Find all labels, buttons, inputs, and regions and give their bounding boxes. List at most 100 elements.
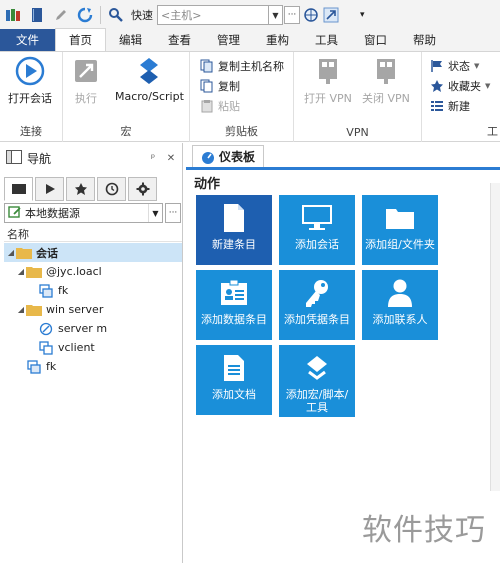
tile-add-macro[interactable]: 添加宏/脚本/工具 xyxy=(279,345,355,417)
tile-label: 添加文档 xyxy=(212,388,256,401)
pin-icon[interactable]: ᵖ xyxy=(146,153,160,164)
copy-host-name-label: 复制主机名称 xyxy=(218,60,284,73)
watermark: 软件技巧 xyxy=(348,491,500,563)
group-label-clipboard: 剪贴板 xyxy=(225,125,258,138)
key-icon xyxy=(301,278,333,308)
star-icon xyxy=(74,183,87,195)
macro-script-button[interactable]: Macro/Script xyxy=(115,56,184,103)
tab-help[interactable]: 帮助 xyxy=(400,29,449,51)
tree-node-jyc[interactable]: ◢ @jyc.loacl xyxy=(4,262,182,281)
tree-node-label: 会话 xyxy=(36,246,58,260)
tile-label: 新建条目 xyxy=(212,238,256,251)
tile-add-contact[interactable]: 添加联系人 xyxy=(362,270,438,340)
tile-add-data-entry[interactable]: 添加数据条目 xyxy=(196,270,272,340)
copy-button[interactable]: 复制 xyxy=(200,77,240,95)
send-icon[interactable] xyxy=(322,6,340,24)
books-icon[interactable] xyxy=(4,6,22,24)
dashboard-tab[interactable]: 仪表板 xyxy=(192,145,265,167)
vpn-open-icon xyxy=(313,56,343,86)
tab-window[interactable]: 窗口 xyxy=(351,29,400,51)
copy-icon xyxy=(200,79,214,93)
nav-tab-tree[interactable] xyxy=(4,177,33,201)
ribbon-group-macro: 执行 Macro/Script 宏 xyxy=(63,52,190,142)
group-label-tools: 工 xyxy=(487,125,498,138)
ribbon-group-connect: 打开会话 连接 xyxy=(0,52,63,142)
tile-new-entry[interactable]: 新建条目 xyxy=(196,195,272,265)
globe-icon[interactable] xyxy=(302,6,320,24)
folder-icon xyxy=(26,265,42,279)
tree-node-label: win server xyxy=(46,303,104,316)
tile-label: 添加联系人 xyxy=(372,313,428,326)
nav-tab-favorites[interactable] xyxy=(66,177,95,201)
macro-icon xyxy=(134,56,164,86)
tile-add-folder[interactable]: 添加组/文件夹 xyxy=(362,195,438,265)
tree-node-label: @jyc.loacl xyxy=(46,265,102,278)
execute-icon xyxy=(71,56,101,86)
monitor-icon xyxy=(301,203,333,233)
host-combo-value: <主机> xyxy=(161,9,202,22)
tab-view[interactable]: 查看 xyxy=(155,29,204,51)
toolbar-overflow[interactable]: ▾ xyxy=(360,10,365,20)
tree-node-fk[interactable]: fk xyxy=(4,281,182,300)
tree-node-server-m[interactable]: server m xyxy=(4,319,182,338)
favorites-label: 收藏夹 xyxy=(448,80,481,93)
new-list-icon xyxy=(430,99,444,113)
chevron-down-icon[interactable]: ▼ xyxy=(268,6,282,24)
nav-tab-history[interactable] xyxy=(97,177,126,201)
new-label: 新建 xyxy=(448,100,470,113)
tree-node-vclient[interactable]: vclient xyxy=(4,338,182,357)
pencil-icon[interactable] xyxy=(52,6,70,24)
refresh-icon[interactable] xyxy=(76,6,94,24)
tree-node-label: fk xyxy=(46,360,57,373)
book-icon[interactable] xyxy=(28,6,46,24)
datasource-more-button[interactable]: ··· xyxy=(165,203,181,223)
tree-node-fk-2[interactable]: fk xyxy=(4,357,182,376)
paste-button[interactable]: 粘贴 xyxy=(200,97,240,115)
person-icon xyxy=(384,278,416,308)
chevron-down-icon[interactable]: ▼ xyxy=(148,204,162,222)
navigation-panel: 导航 ᵖ ✕ 本地数据源 ▼ ··· 名称 ◢ 会话 ◢ @jyc.loacl … xyxy=(0,143,183,563)
new-button[interactable]: 新建 xyxy=(430,97,470,115)
expand-arrow-icon[interactable]: ◢ xyxy=(16,305,26,314)
tile-add-document[interactable]: 添加文档 xyxy=(196,345,272,415)
tab-edit[interactable]: 编辑 xyxy=(106,29,155,51)
nav-tab-play[interactable] xyxy=(35,177,64,201)
search-icon[interactable] xyxy=(107,6,125,24)
open-vpn-button[interactable]: 打开 VPN xyxy=(304,56,352,106)
expand-arrow-icon[interactable]: ◢ xyxy=(6,248,16,257)
tile-label: 添加宏/脚本/工具 xyxy=(285,388,349,414)
status-label: 状态 xyxy=(448,60,470,73)
expand-arrow-icon[interactable]: ◢ xyxy=(16,267,26,276)
nav-tab-settings[interactable] xyxy=(128,177,157,201)
gear-icon xyxy=(136,182,149,196)
tile-add-session[interactable]: 添加会话 xyxy=(279,195,355,265)
navigation-title: 导航 xyxy=(27,151,52,166)
tab-home[interactable]: 首页 xyxy=(55,28,106,51)
navigation-tree: ◢ 会话 ◢ @jyc.loacl fk ◢ win server server… xyxy=(4,243,182,376)
tree-node-win-server[interactable]: ◢ win server xyxy=(4,300,182,319)
close-vpn-button[interactable]: 关闭 VPN xyxy=(362,56,410,106)
tab-tools[interactable]: 工具 xyxy=(302,29,351,51)
tab-manage[interactable]: 管理 xyxy=(204,29,253,51)
datasource-bar: 本地数据源 ▼ ··· xyxy=(4,203,181,223)
rdp-icon xyxy=(38,283,54,298)
close-icon[interactable]: ✕ xyxy=(164,153,178,164)
status-button[interactable]: 状态 ▼ xyxy=(430,57,479,75)
tab-file[interactable]: 文件 xyxy=(0,29,55,51)
more-button[interactable]: ··· xyxy=(284,6,300,24)
play-icon xyxy=(15,56,45,86)
copy-host-name-button[interactable]: 复制主机名称 xyxy=(200,57,284,75)
column-header-name[interactable]: 名称 xyxy=(4,226,182,242)
datasource-combo[interactable]: 本地数据源 ▼ xyxy=(4,203,163,223)
web-session-icon xyxy=(38,322,54,336)
document-icon xyxy=(218,353,250,383)
open-session-button[interactable]: 打开会话 xyxy=(8,56,52,106)
host-combo[interactable]: <主机> ▼ xyxy=(157,5,283,25)
tile-add-credential[interactable]: 添加凭据条目 xyxy=(279,270,355,340)
execute-button[interactable]: 执行 xyxy=(71,56,101,106)
favorites-button[interactable]: 收藏夹 ▼ xyxy=(430,77,490,95)
tab-refactor[interactable]: 重构 xyxy=(253,29,302,51)
navigation-header: 导航 ᵖ ✕ xyxy=(0,143,182,173)
tree-node-sessions[interactable]: ◢ 会话 xyxy=(4,243,182,262)
tree-node-label: server m xyxy=(58,322,108,335)
